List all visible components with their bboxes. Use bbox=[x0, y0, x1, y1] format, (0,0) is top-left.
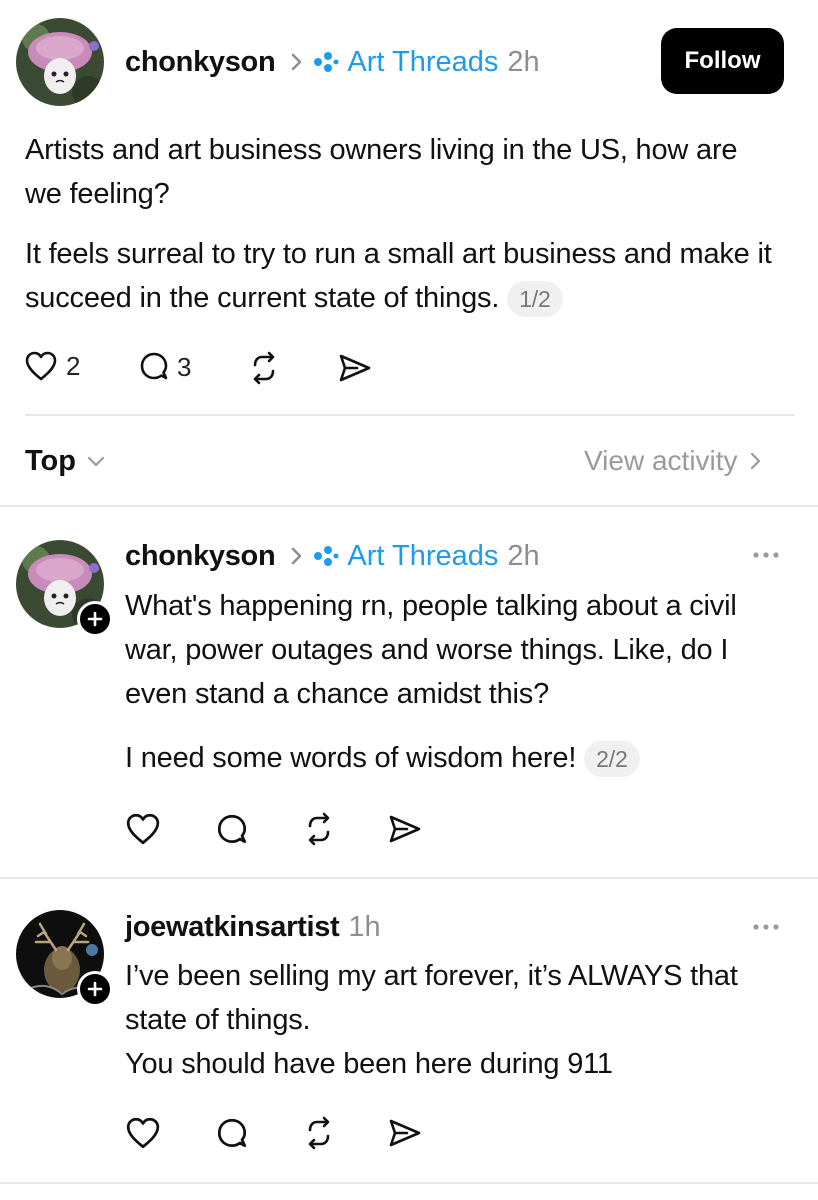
post-paragraph-1: Artists and art business owners living i… bbox=[25, 134, 738, 210]
heart-icon bbox=[24, 350, 58, 382]
heart-icon bbox=[125, 1116, 161, 1150]
more-horizontal-icon bbox=[750, 540, 782, 570]
more-horizontal-icon bbox=[750, 912, 782, 942]
more-options-button[interactable] bbox=[750, 912, 782, 942]
repost-icon bbox=[301, 812, 337, 846]
reply-paragraph-1: What's happening rn, people talking abou… bbox=[125, 590, 737, 710]
reply-count: 3 bbox=[177, 351, 192, 382]
view-activity-link[interactable]: View activity bbox=[584, 445, 762, 477]
reply-line-2: You should have been here during 911 bbox=[125, 1048, 613, 1080]
topic-link[interactable]: Art Threads bbox=[347, 46, 498, 79]
post-time: 2h bbox=[507, 45, 540, 78]
reply-username[interactable]: chonkyson bbox=[125, 540, 276, 573]
reply-time: 1h bbox=[348, 910, 381, 943]
author-avatar[interactable] bbox=[16, 18, 104, 106]
chevron-down-icon bbox=[86, 455, 106, 469]
repost-icon bbox=[301, 1116, 337, 1150]
like-count: 2 bbox=[66, 350, 81, 381]
section-divider bbox=[0, 1182, 818, 1184]
chevron-right-icon bbox=[291, 546, 303, 566]
author-username[interactable]: chonkyson bbox=[125, 46, 276, 79]
like-button[interactable]: 2 bbox=[24, 350, 80, 382]
send-icon bbox=[337, 352, 373, 384]
thread-counter: 1/2 bbox=[507, 281, 563, 318]
reply-text: I’ve been selling my art forever, it’s A… bbox=[125, 954, 795, 1086]
sort-label: Top bbox=[25, 445, 76, 477]
like-button[interactable] bbox=[125, 1116, 161, 1150]
reply-icon bbox=[214, 1116, 250, 1152]
share-button[interactable] bbox=[387, 813, 423, 845]
sort-dropdown[interactable]: Top bbox=[25, 445, 106, 478]
repost-button[interactable] bbox=[301, 812, 337, 846]
reply-line-1: I’ve been selling my art forever, it’s A… bbox=[125, 960, 738, 1036]
reply-username[interactable]: joewatkinsartist bbox=[125, 911, 340, 944]
more-options-button[interactable] bbox=[750, 540, 782, 570]
follow-plus-button[interactable] bbox=[77, 601, 113, 637]
share-button[interactable] bbox=[337, 352, 373, 384]
reply-button[interactable]: 3 bbox=[137, 350, 191, 384]
plus-icon bbox=[87, 981, 103, 997]
repost-button[interactable] bbox=[246, 351, 282, 385]
topic-icon bbox=[313, 545, 339, 567]
reply-paragraph-2-text: I need some words of wisdom here! bbox=[125, 742, 577, 774]
topic-link[interactable]: Art Threads bbox=[347, 540, 498, 573]
topic-icon bbox=[313, 51, 339, 73]
repost-icon bbox=[246, 351, 282, 385]
like-button[interactable] bbox=[125, 812, 161, 846]
heart-icon bbox=[125, 812, 161, 846]
reply-icon bbox=[137, 350, 171, 384]
thread-counter: 2/2 bbox=[584, 741, 640, 778]
share-button[interactable] bbox=[387, 1117, 423, 1149]
reply-button[interactable] bbox=[214, 1116, 250, 1152]
send-icon bbox=[387, 1117, 423, 1149]
reply-time: 2h bbox=[507, 539, 540, 572]
reply-button[interactable] bbox=[214, 812, 250, 848]
chevron-right-icon bbox=[750, 451, 762, 471]
chevron-right-icon bbox=[291, 52, 303, 72]
section-divider bbox=[0, 877, 818, 879]
post-paragraph-2: It feels surreal to try to run a small a… bbox=[25, 232, 785, 320]
plus-icon bbox=[87, 611, 103, 627]
follow-button[interactable]: Follow bbox=[661, 28, 784, 94]
divider bbox=[25, 414, 794, 416]
send-icon bbox=[387, 813, 423, 845]
section-divider bbox=[0, 505, 818, 507]
post-paragraph-2-text: It feels surreal to try to run a small a… bbox=[25, 238, 772, 314]
view-activity-label: View activity bbox=[584, 445, 738, 476]
repost-button[interactable] bbox=[301, 1116, 337, 1150]
follow-plus-button[interactable] bbox=[77, 971, 113, 1007]
reply-icon bbox=[214, 812, 250, 848]
reply-paragraph-2: I need some words of wisdom here! 2/2 bbox=[125, 736, 795, 780]
